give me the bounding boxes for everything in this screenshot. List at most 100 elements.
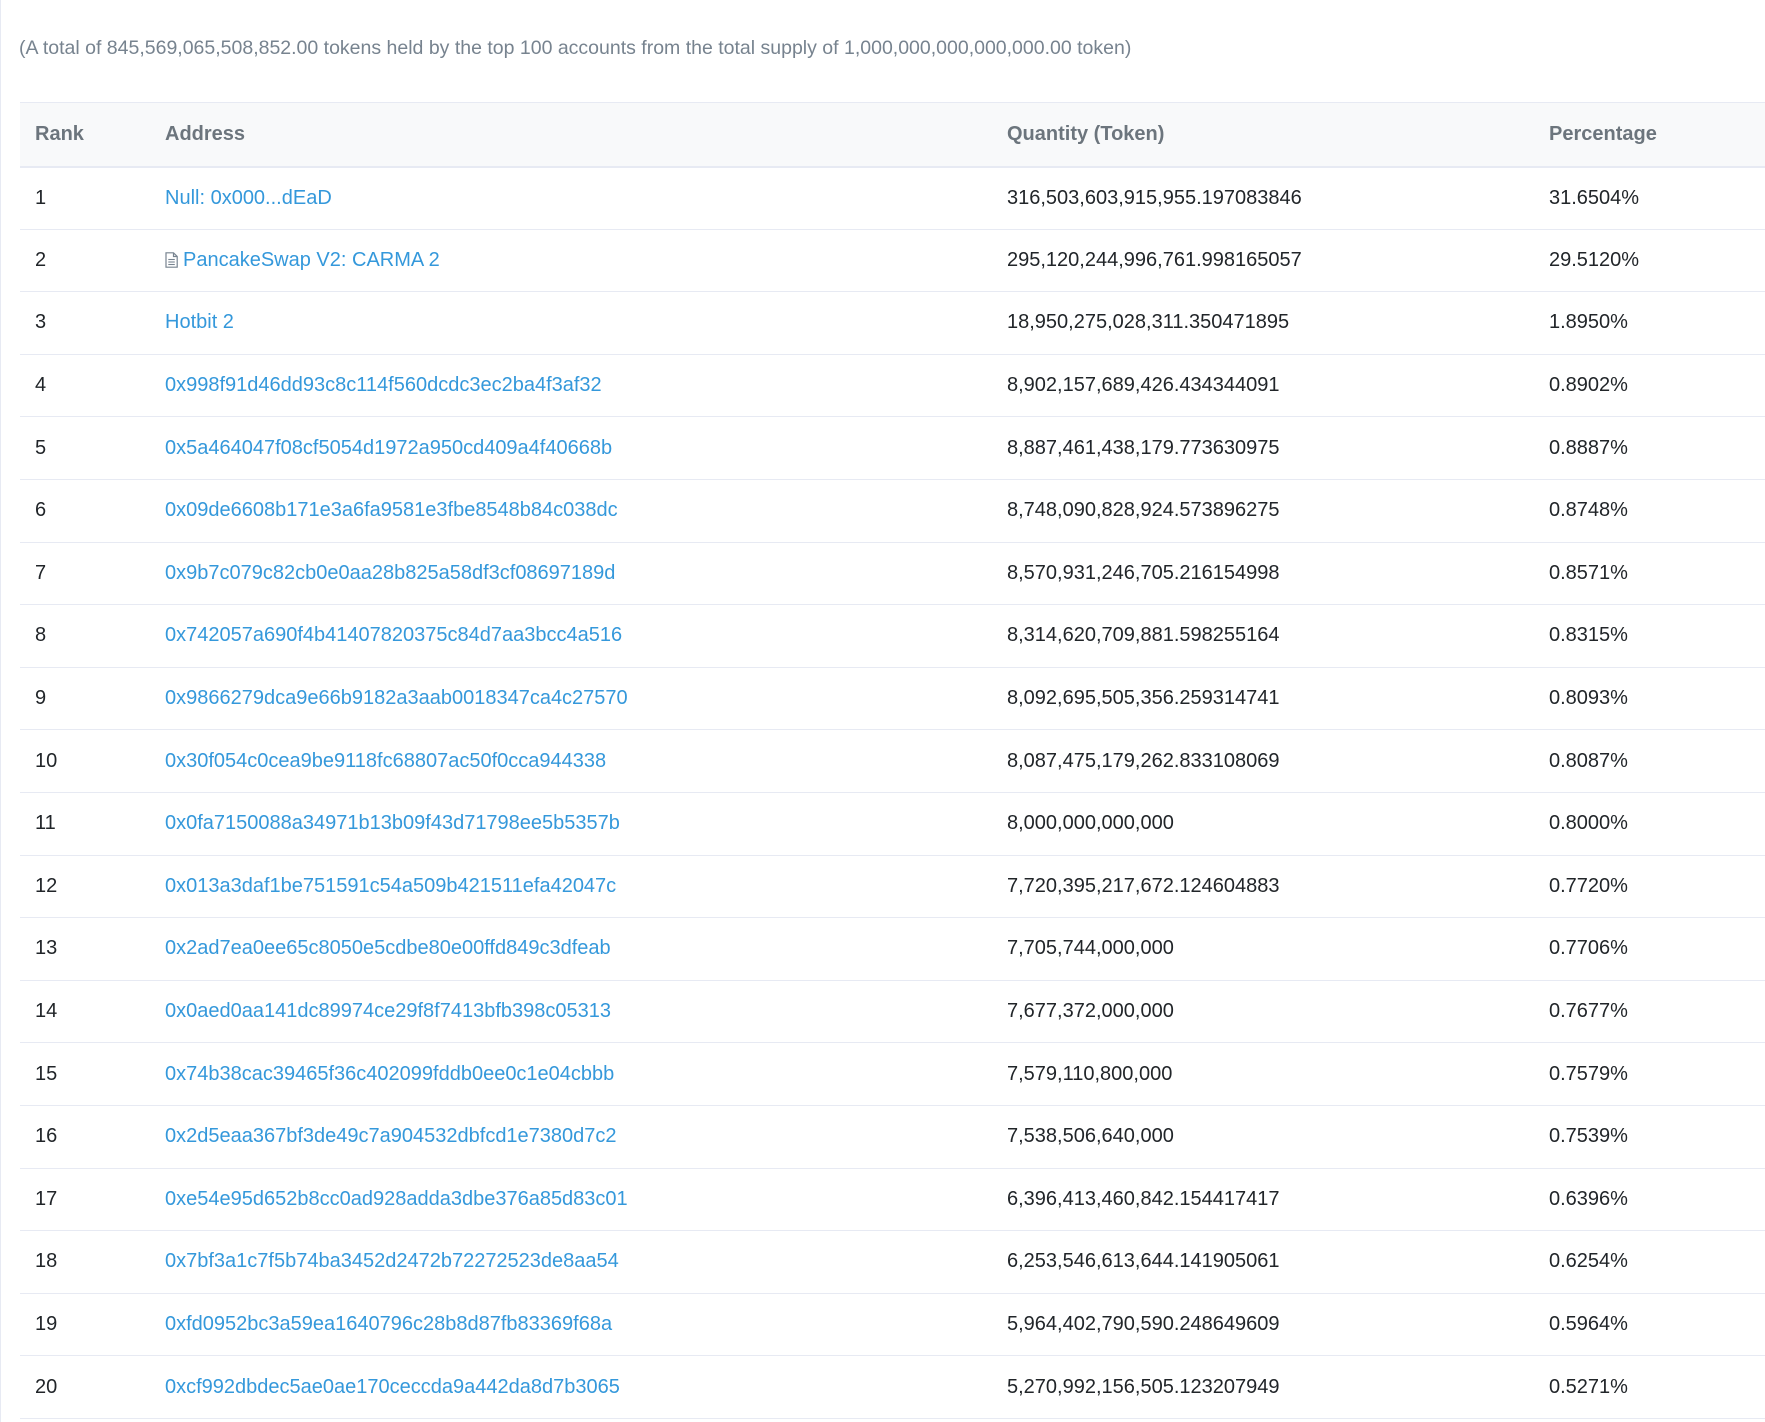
rank-cell: 20 (20, 1355, 150, 1419)
table-row: 11 0x0fa7150088a34971b13b09f43d71798ee5b5… (20, 792, 1765, 856)
quantity-cell: 7,677,372,000,000 (992, 980, 1534, 1044)
percentage-cell: 0.8315% (1534, 604, 1765, 668)
address-link[interactable]: 0xcf992dbdec5ae0ae170ceccda9a442da8d7b30… (165, 1376, 620, 1398)
rank-cell: 2 (20, 229, 150, 293)
quantity-cell: 7,538,506,640,000 (992, 1105, 1534, 1169)
address-link[interactable]: 0x09de6608b171e3a6fa9581e3fbe8548b84c038… (165, 499, 618, 521)
table-row: 6 0x09de6608b171e3a6fa9581e3fbe8548b84c03… (20, 479, 1765, 543)
quantity-cell: 8,902,157,689,426.434344091 (992, 354, 1534, 418)
rank-cell: 19 (20, 1293, 150, 1357)
address-cell: 0x013a3daf1be751591c54a509b421511efa4204… (150, 855, 992, 919)
table-row: 18 0x7bf3a1c7f5b74ba3452d2472b72272523de8… (20, 1230, 1765, 1294)
percentage-cell: 0.7579% (1534, 1042, 1765, 1106)
address-link[interactable]: 0x2d5eaa367bf3de49c7a904532dbfcd1e7380d7… (165, 1125, 617, 1147)
rank-cell: 12 (20, 855, 150, 919)
percentage-cell: 1.8950% (1534, 291, 1765, 355)
table-row: 4 0x998f91d46dd93c8c114f560dcdc3ec2ba4f3a… (20, 354, 1765, 418)
quantity-cell: 7,579,110,800,000 (992, 1042, 1534, 1106)
rank-cell: 4 (20, 354, 150, 418)
table-row: 20 0xcf992dbdec5ae0ae170ceccda9a442da8d7b… (20, 1355, 1765, 1419)
table-row: 13 0x2ad7ea0ee65c8050e5cdbe80e00ffd849c3d… (20, 917, 1765, 981)
rank-cell: 10 (20, 729, 150, 793)
percentage-cell: 0.8093% (1534, 667, 1765, 731)
address-link[interactable]: 0x9b7c079c82cb0e0aa28b825a58df3cf0869718… (165, 562, 615, 584)
column-header-address: Address (150, 102, 992, 168)
address-cell: 0x7bf3a1c7f5b74ba3452d2472b72272523de8aa… (150, 1230, 992, 1294)
rank-cell: 6 (20, 479, 150, 543)
address-link[interactable]: 0x742057a690f4b41407820375c84d7aa3bcc4a5… (165, 624, 622, 646)
address-cell: 0xfd0952bc3a59ea1640796c28b8d87fb83369f6… (150, 1293, 992, 1357)
percentage-cell: 0.5964% (1534, 1293, 1765, 1357)
holders-table-body: 1 Null: 0x000...dEaD 316,503,603,915,955.1… (20, 166, 1765, 1419)
address-cell: 0x2ad7ea0ee65c8050e5cdbe80e00ffd849c3dfe… (150, 917, 992, 981)
address-link[interactable]: 0x2ad7ea0ee65c8050e5cdbe80e00ffd849c3dfe… (165, 937, 611, 959)
document-icon (165, 252, 178, 268)
percentage-cell: 0.5271% (1534, 1355, 1765, 1419)
rank-cell: 11 (20, 792, 150, 856)
quantity-cell: 5,270,992,156,505.123207949 (992, 1355, 1534, 1419)
address-link[interactable]: 0xfd0952bc3a59ea1640796c28b8d87fb83369f6… (165, 1313, 612, 1335)
table-row: 17 0xe54e95d652b8cc0ad928adda3dbe376a85d8… (20, 1168, 1765, 1232)
address-cell: 0x09de6608b171e3a6fa9581e3fbe8548b84c038… (150, 479, 992, 543)
address-cell: 0x2d5eaa367bf3de49c7a904532dbfcd1e7380d7… (150, 1105, 992, 1169)
table-row: 14 0x0aed0aa141dc89974ce29f8f7413bfb398c0… (20, 980, 1765, 1044)
address-cell: 0x74b38cac39465f36c402099fddb0ee0c1e04cb… (150, 1042, 992, 1106)
address-cell: Hotbit 2 (150, 291, 992, 355)
column-header-quantity: Quantity (Token) (992, 102, 1534, 168)
address-cell: 0x9b7c079c82cb0e0aa28b825a58df3cf0869718… (150, 542, 992, 606)
holders-summary: (A total of 845,569,065,508,852.00 token… (19, 37, 1132, 59)
rank-cell: 1 (20, 166, 150, 230)
quantity-cell: 5,964,402,790,590.248649609 (992, 1293, 1534, 1357)
quantity-cell: 7,720,395,217,672.124604883 (992, 855, 1534, 919)
quantity-cell: 18,950,275,028,311.350471895 (992, 291, 1534, 355)
table-row: 10 0x30f054c0cea9be9118fc68807ac50f0cca94… (20, 729, 1765, 793)
table-row: 8 0x742057a690f4b41407820375c84d7aa3bcc4a… (20, 604, 1765, 668)
quantity-cell: 8,314,620,709,881.598255164 (992, 604, 1534, 668)
rank-cell: 8 (20, 604, 150, 668)
address-link[interactable]: 0x9866279dca9e66b9182a3aab0018347ca4c275… (165, 687, 628, 709)
quantity-cell: 8,748,090,828,924.573896275 (992, 479, 1534, 543)
table-row: 3 Hotbit 2 18,950,275,028,311.350471895 1.8… (20, 291, 1765, 355)
rank-cell: 18 (20, 1230, 150, 1294)
rank-cell: 15 (20, 1042, 150, 1106)
percentage-cell: 0.7539% (1534, 1105, 1765, 1169)
header-row: Rank Address Quantity (Token) Percentage (20, 102, 1765, 168)
table-row: 16 0x2d5eaa367bf3de49c7a904532dbfcd1e7380… (20, 1105, 1765, 1169)
holders-table-header: Rank Address Quantity (Token) Percentage (20, 102, 1765, 168)
address-link[interactable]: Hotbit 2 (165, 311, 234, 333)
quantity-cell: 8,087,475,179,262.833108069 (992, 729, 1534, 793)
holders-table: Rank Address Quantity (Token) Percentage… (20, 102, 1765, 1419)
rank-cell: 14 (20, 980, 150, 1044)
address-link[interactable]: 0xe54e95d652b8cc0ad928adda3dbe376a85d83c… (165, 1188, 628, 1210)
table-row: 12 0x013a3daf1be751591c54a509b421511efa42… (20, 855, 1765, 919)
percentage-cell: 0.7706% (1534, 917, 1765, 981)
address-link[interactable]: 0x7bf3a1c7f5b74ba3452d2472b72272523de8aa… (165, 1250, 619, 1272)
rank-cell: 17 (20, 1168, 150, 1232)
table-row: 2 PancakeSwap V2: CARMA 2 295,120,244,996,… (20, 229, 1765, 293)
percentage-cell: 0.6396% (1534, 1168, 1765, 1232)
address-link[interactable]: 0x013a3daf1be751591c54a509b421511efa4204… (165, 875, 616, 897)
address-link[interactable]: 0x5a464047f08cf5054d1972a950cd409a4f4066… (165, 437, 612, 459)
percentage-cell: 0.8887% (1534, 416, 1765, 480)
table-row: 5 0x5a464047f08cf5054d1972a950cd409a4f406… (20, 416, 1765, 480)
address-link[interactable]: PancakeSwap V2: CARMA 2 (183, 249, 440, 271)
address-link[interactable]: 0x0aed0aa141dc89974ce29f8f7413bfb398c053… (165, 1000, 611, 1022)
table-row: 1 Null: 0x000...dEaD 316,503,603,915,955.1… (20, 166, 1765, 230)
quantity-cell: 316,503,603,915,955.197083846 (992, 166, 1534, 230)
address-link[interactable]: 0x998f91d46dd93c8c114f560dcdc3ec2ba4f3af… (165, 374, 602, 396)
quantity-cell: 6,253,546,613,644.141905061 (992, 1230, 1534, 1294)
address-link[interactable]: 0x0fa7150088a34971b13b09f43d71798ee5b535… (165, 812, 620, 834)
column-header-percentage: Percentage (1534, 102, 1765, 168)
quantity-cell: 8,887,461,438,179.773630975 (992, 416, 1534, 480)
percentage-cell: 0.7720% (1534, 855, 1765, 919)
rank-cell: 13 (20, 917, 150, 981)
percentage-cell: 0.7677% (1534, 980, 1765, 1044)
table-row: 9 0x9866279dca9e66b9182a3aab0018347ca4c27… (20, 667, 1765, 731)
address-link[interactable]: 0x30f054c0cea9be9118fc68807ac50f0cca9443… (165, 750, 606, 772)
token-holders-panel: (A total of 845,569,065,508,852.00 token… (0, 0, 1765, 1422)
address-link[interactable]: Null: 0x000...dEaD (165, 187, 332, 209)
address-link[interactable]: 0x74b38cac39465f36c402099fddb0ee0c1e04cb… (165, 1063, 614, 1085)
rank-cell: 3 (20, 291, 150, 355)
table-row: 15 0x74b38cac39465f36c402099fddb0ee0c1e04… (20, 1042, 1765, 1106)
table-row: 7 0x9b7c079c82cb0e0aa28b825a58df3cf086971… (20, 542, 1765, 606)
